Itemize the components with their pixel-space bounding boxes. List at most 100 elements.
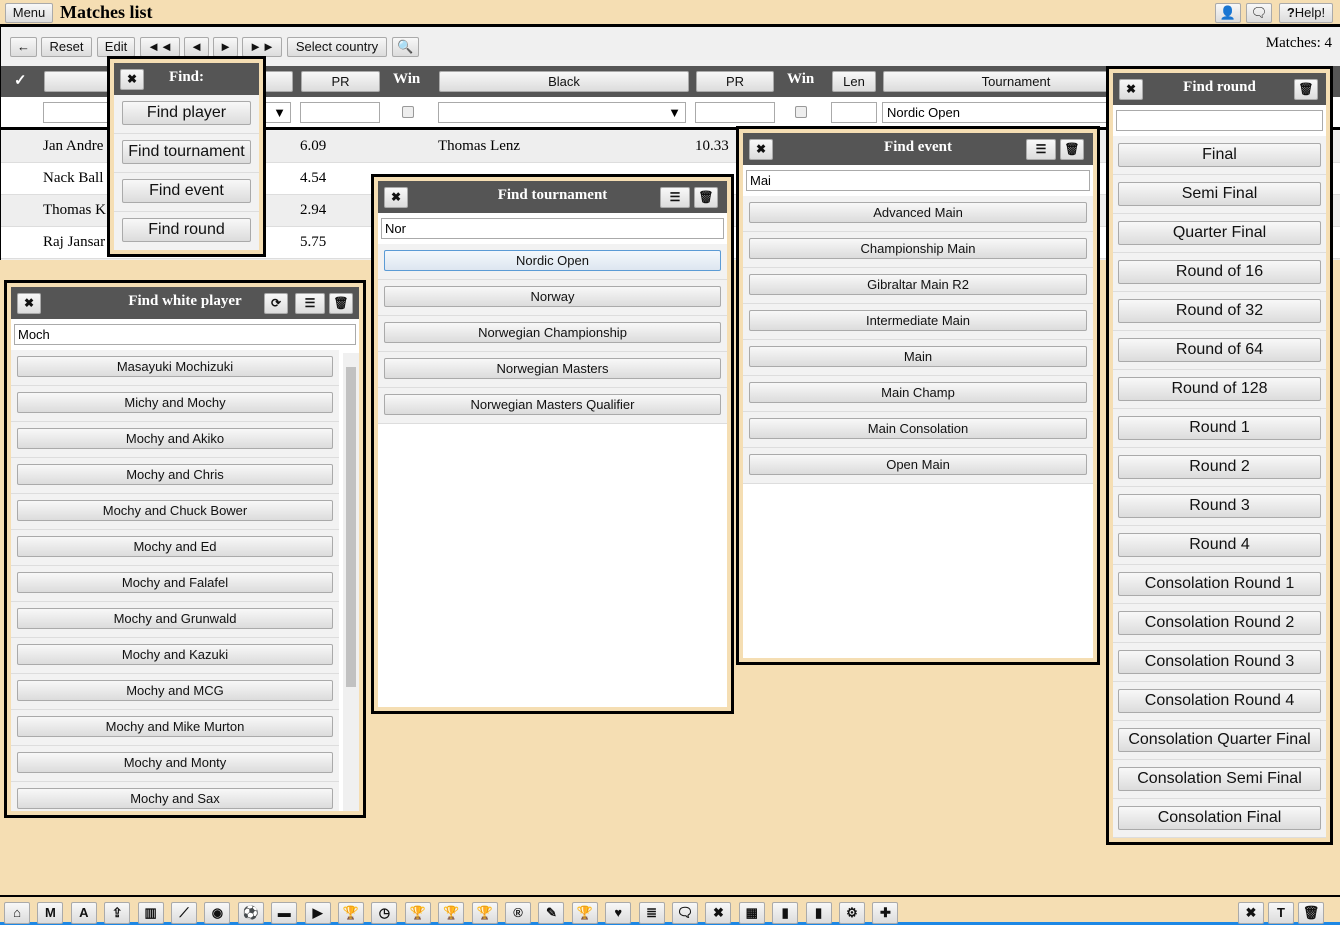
trash-icon[interactable]: 🗑 [329, 293, 353, 314]
round-option-button[interactable]: Consolation Round 4 [1118, 689, 1321, 713]
bar-chart-icon[interactable]: ▥ [137, 902, 164, 924]
help-button[interactable]: ?Help! [1279, 3, 1333, 23]
pr2-filter-input[interactable] [695, 102, 775, 123]
tournament-option-button[interactable]: Norwegian Championship [384, 322, 721, 343]
archive-icon[interactable]: ▬ [271, 902, 298, 924]
database-icon[interactable]: ≣ [638, 902, 665, 924]
find-option-button[interactable]: Find tournament [122, 140, 251, 164]
heart-icon[interactable]: ♥ [605, 902, 632, 924]
edit-button[interactable]: Edit [97, 37, 135, 57]
upload-icon[interactable]: ⇪ [104, 902, 131, 924]
m-icon[interactable]: M [37, 902, 64, 924]
next-page-button[interactable]: ► [213, 37, 238, 57]
trash-icon[interactable]: 🗑 [1060, 139, 1084, 160]
tournament-option-button[interactable]: Nordic Open [384, 250, 721, 271]
black-filter-select[interactable]: ▼ [438, 102, 686, 123]
last-page-button[interactable]: ►► [242, 37, 282, 57]
event-option-button[interactable]: Gibraltar Main R2 [749, 274, 1087, 295]
line-chart-icon[interactable]: ⟋ [171, 902, 197, 924]
round-option-button[interactable]: Consolation Quarter Final [1118, 728, 1321, 752]
win-filter-checkbox[interactable] [402, 106, 414, 118]
player-option-button[interactable]: Mochy and Ed [17, 536, 333, 557]
chat-icon[interactable]: 🗨 [1246, 3, 1272, 23]
player-option-button[interactable]: Mochy and Sax [17, 788, 333, 809]
round-option-button[interactable]: Round of 16 [1118, 260, 1321, 284]
trophy-icon[interactable]: 🏆 [471, 902, 498, 924]
play-icon[interactable]: ▶ [304, 902, 331, 924]
tournament-option-button[interactable]: Norwegian Masters Qualifier [384, 394, 721, 415]
round-option-button[interactable]: Quarter Final [1118, 221, 1321, 245]
first-page-button[interactable]: ◄◄ [140, 37, 180, 57]
find-option-button[interactable]: Find player [122, 101, 251, 125]
event-search-input[interactable]: Mai [746, 170, 1090, 191]
film-icon[interactable]: ▦ [738, 902, 765, 924]
prev-page-button[interactable]: ◄ [184, 37, 209, 57]
trophy-icon[interactable]: 🏆 [438, 902, 465, 924]
player-option-button[interactable]: Mochy and Grunwald [17, 608, 333, 629]
list-icon[interactable]: ☰ [660, 187, 690, 208]
gears-icon[interactable]: ⚙ [839, 902, 865, 924]
check-column-header[interactable]: ✓ [14, 71, 27, 90]
search-icon[interactable]: 🔍 [392, 37, 419, 57]
round-option-button[interactable]: Round 2 [1118, 455, 1321, 479]
list-icon[interactable]: ☰ [1026, 139, 1056, 160]
bookmark-icon[interactable]: ▮ [805, 902, 832, 924]
player-option-button[interactable]: Mochy and MCG [17, 680, 333, 701]
tournament-option-button[interactable]: Norwegian Masters [384, 358, 721, 379]
trophy-icon[interactable]: 🏆 [338, 902, 364, 924]
player-option-button[interactable]: Michy and Mochy [17, 392, 333, 413]
round-option-button[interactable]: Consolation Round 2 [1118, 611, 1321, 635]
list-icon[interactable]: ☰ [295, 293, 325, 314]
edit-icon[interactable]: ✎ [538, 902, 565, 924]
tournament-search-input[interactable]: Nor [381, 218, 724, 239]
bookmark-icon[interactable]: ▮ [772, 902, 799, 924]
find-option-button[interactable]: Find round [122, 218, 251, 242]
clock-icon[interactable]: ◷ [371, 902, 398, 924]
close-icon[interactable]: ✖ [1238, 902, 1264, 924]
round-option-button[interactable]: Round of 128 [1118, 377, 1321, 401]
tournament-filter-input[interactable]: Nordic Open [882, 102, 1142, 123]
close-icon[interactable]: ✖ [705, 902, 732, 924]
player-option-button[interactable]: Mochy and Mike Murton [17, 716, 333, 737]
player-option-button[interactable]: Mochy and Akiko [17, 428, 333, 449]
reset-button[interactable]: Reset [41, 37, 92, 57]
black-column-header[interactable]: Black [439, 71, 689, 92]
pr-column-header[interactable]: PR [301, 71, 380, 92]
event-option-button[interactable]: Championship Main [749, 238, 1087, 259]
pr-filter-input[interactable] [300, 102, 380, 123]
round-option-button[interactable]: Round of 64 [1118, 338, 1321, 362]
trash-icon[interactable]: 🗑 [1294, 79, 1318, 100]
round-option-button[interactable]: Semi Final [1118, 182, 1321, 206]
event-option-button[interactable]: Main Champ [749, 382, 1087, 403]
plus-icon[interactable]: ✚ [872, 902, 899, 924]
round-search-input[interactable] [1116, 110, 1323, 131]
scrollbar[interactable] [343, 353, 359, 811]
player-option-button[interactable]: Mochy and Chris [17, 464, 333, 485]
round-option-button[interactable]: Final [1118, 143, 1321, 167]
soccer-icon[interactable]: ⚽ [237, 902, 264, 924]
eye-icon[interactable]: ◉ [204, 902, 231, 924]
a-icon[interactable]: A [70, 902, 97, 924]
trophy-icon[interactable]: 🏆 [571, 902, 598, 924]
round-option-button[interactable]: Consolation Round 1 [1118, 572, 1321, 596]
trash-icon[interactable]: 🗑 [694, 187, 718, 208]
registered-icon[interactable]: ® [505, 902, 531, 924]
event-option-button[interactable]: Main [749, 346, 1087, 367]
round-option-button[interactable]: Consolation Round 3 [1118, 650, 1321, 674]
trash-icon[interactable]: 🗑 [1298, 902, 1324, 924]
player-option-button[interactable]: Mochy and Kazuki [17, 644, 333, 665]
win2-filter-checkbox[interactable] [795, 106, 807, 118]
refresh-icon[interactable]: ⟳ [264, 293, 288, 314]
home-icon[interactable]: ⌂ [4, 902, 30, 924]
text-icon[interactable]: T [1268, 902, 1294, 924]
scrollbar-thumb[interactable] [346, 367, 356, 687]
round-option-button[interactable]: Round of 32 [1118, 299, 1321, 323]
select-country-button[interactable]: Select country [287, 37, 387, 57]
event-option-button[interactable]: Main Consolation [749, 418, 1087, 439]
pr2-column-header[interactable]: PR [696, 71, 774, 92]
event-option-button[interactable]: Open Main [749, 454, 1087, 475]
round-option-button[interactable]: Consolation Final [1118, 806, 1321, 830]
round-option-button[interactable]: Consolation Semi Final [1118, 767, 1321, 791]
round-option-button[interactable]: Round 3 [1118, 494, 1321, 518]
chat-icon[interactable]: 🗨 [672, 902, 698, 924]
